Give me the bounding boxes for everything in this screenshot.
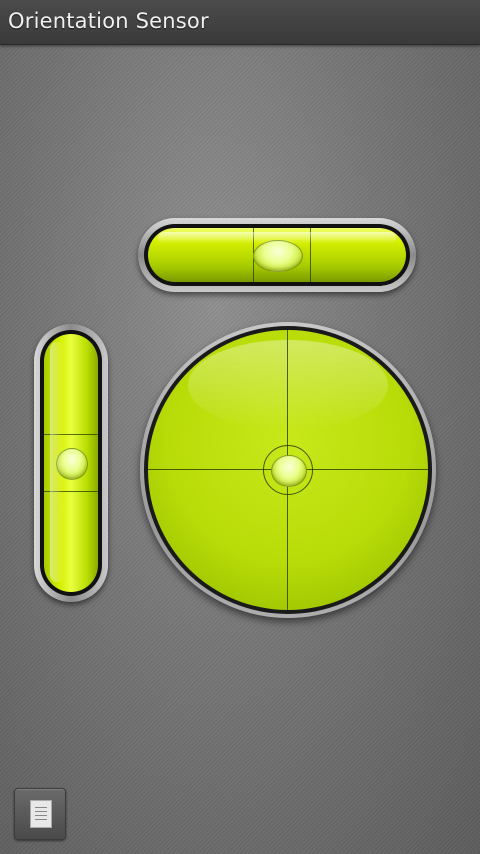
circular-level-frame bbox=[144, 326, 432, 614]
circular-level-gloss bbox=[188, 340, 388, 430]
horizontal-tube-mark-right bbox=[310, 228, 311, 282]
circular-bubble-level bbox=[140, 322, 436, 618]
app-title: Orientation Sensor bbox=[8, 9, 209, 33]
vertical-tube-liquid bbox=[44, 334, 98, 592]
menu-button[interactable] bbox=[14, 788, 66, 840]
vertical-bubble-level bbox=[34, 324, 108, 602]
horizontal-tube-frame bbox=[144, 224, 410, 286]
vertical-tube-frame bbox=[40, 330, 102, 596]
horizontal-bubble bbox=[253, 240, 303, 272]
document-icon bbox=[30, 800, 52, 828]
horizontal-bubble-level bbox=[138, 218, 416, 292]
circular-bubble bbox=[271, 455, 307, 487]
horizontal-tube-liquid bbox=[148, 228, 406, 282]
circular-level-liquid bbox=[148, 330, 428, 610]
vertical-tube-mark-top bbox=[44, 434, 98, 435]
vertical-bubble bbox=[56, 448, 88, 480]
action-bar: Orientation Sensor bbox=[0, 0, 480, 45]
vertical-tube-mark-bottom bbox=[44, 491, 98, 492]
